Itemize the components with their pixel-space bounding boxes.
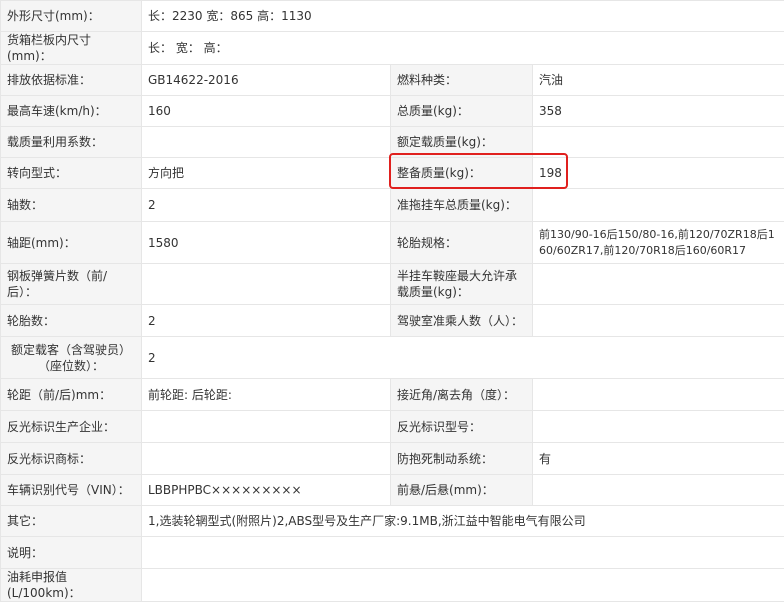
value-trailer-mass bbox=[533, 189, 784, 222]
label-cargo-box-size: 货箱栏板内尺寸(mm)： bbox=[1, 32, 142, 65]
label-dimensions: 外形尺寸(mm)： bbox=[1, 1, 142, 32]
value-abs-system: 有 bbox=[533, 443, 784, 475]
label-trailer-mass: 准拖挂车总质量(kg)： bbox=[391, 189, 533, 222]
label-reflector-brand: 反光标识商标： bbox=[1, 443, 142, 475]
table-row: 轮胎数： 2 驾驶室准乘人数（人）： bbox=[1, 305, 784, 337]
label-overhang: 前悬/后悬(mm)： bbox=[391, 475, 533, 506]
label-axle-count: 轴数： bbox=[1, 189, 142, 222]
table-row: 反光标识生产企业： 反光标识型号： bbox=[1, 411, 784, 443]
table-row: 轮距（前/后)mm： 前轮距: 后轮距: 接近角/离去角（度）： bbox=[1, 379, 784, 411]
value-fuel-consumption bbox=[142, 569, 784, 602]
label-total-mass: 总质量(kg)： bbox=[391, 96, 533, 127]
table-row: 外形尺寸(mm)： 长：2230 宽：865 高：1130 bbox=[1, 1, 784, 32]
label-wheelbase: 轴距(mm)： bbox=[1, 222, 142, 264]
value-axle-count: 2 bbox=[142, 189, 391, 222]
table-row: 轴数： 2 准拖挂车总质量(kg)： bbox=[1, 189, 784, 222]
value-emission-standard: GB14622-2016 bbox=[142, 65, 391, 96]
value-fuel-type: 汽油 bbox=[533, 65, 784, 96]
value-rated-load bbox=[533, 127, 784, 158]
value-tire-spec: 前130/90-16后150/80-16,前120/70ZR18后160/60Z… bbox=[533, 222, 784, 264]
label-reflector-maker: 反光标识生产企业： bbox=[1, 411, 142, 443]
label-rated-passengers: 额定载客（含驾驶员）（座位数）： bbox=[1, 337, 142, 379]
label-fuel-type: 燃料种类： bbox=[391, 65, 533, 96]
label-tire-spec: 轮胎规格： bbox=[391, 222, 533, 264]
label-track-width: 轮距（前/后)mm： bbox=[1, 379, 142, 411]
value-dimensions: 长：2230 宽：865 高：1130 bbox=[142, 1, 784, 32]
label-saddle-load: 半挂车鞍座最大允许承载质量(kg)： bbox=[391, 264, 533, 305]
value-reflector-maker bbox=[142, 411, 391, 443]
table-row: 车辆识别代号（VIN）： LBBPHPBC××××××××× 前悬/后悬(mm)… bbox=[1, 475, 784, 506]
label-description: 说明： bbox=[1, 537, 142, 569]
value-saddle-load bbox=[533, 264, 784, 305]
value-max-speed: 160 bbox=[142, 96, 391, 127]
value-steering-type: 方向把 bbox=[142, 158, 391, 189]
value-load-utilization bbox=[142, 127, 391, 158]
value-other: 1,选装轮辋型式(附照片)2,ABS型号及生产厂家:9.1MB,浙江益中智能电气… bbox=[142, 506, 784, 537]
value-cab-occupancy bbox=[533, 305, 784, 337]
table-row: 排放依据标准： GB14622-2016 燃料种类： 汽油 bbox=[1, 65, 784, 96]
label-max-speed: 最高车速(km/h)： bbox=[1, 96, 142, 127]
table-row: 额定载客（含驾驶员）（座位数）： 2 bbox=[1, 337, 784, 379]
value-overhang bbox=[533, 475, 784, 506]
table-row: 载质量利用系数： 额定载质量(kg)： bbox=[1, 127, 784, 158]
label-tire-count: 轮胎数： bbox=[1, 305, 142, 337]
label-steering-type: 转向型式： bbox=[1, 158, 142, 189]
table-row: 货箱栏板内尺寸(mm)： 长： 宽： 高： bbox=[1, 32, 784, 65]
value-reflector-brand bbox=[142, 443, 391, 475]
table-row: 转向型式： 方向把 整备质量(kg)： 198 bbox=[1, 158, 784, 189]
table-row: 油耗申报值(L/100km)： bbox=[1, 569, 784, 602]
label-curb-weight: 整备质量(kg)： bbox=[391, 158, 533, 189]
table-row: 轴距(mm)： 1580 轮胎规格： 前130/90-16后150/80-16,… bbox=[1, 222, 784, 264]
label-approach-departure-angle: 接近角/离去角（度）： bbox=[391, 379, 533, 411]
value-track-width: 前轮距: 后轮距: bbox=[142, 379, 391, 411]
label-load-utilization: 载质量利用系数： bbox=[1, 127, 142, 158]
table-row: 其它： 1,选装轮辋型式(附照片)2,ABS型号及生产厂家:9.1MB,浙江益中… bbox=[1, 506, 784, 537]
value-wheelbase: 1580 bbox=[142, 222, 391, 264]
value-total-mass: 358 bbox=[533, 96, 784, 127]
table-row: 说明： bbox=[1, 537, 784, 569]
label-emission-standard: 排放依据标准： bbox=[1, 65, 142, 96]
value-curb-weight: 198 bbox=[533, 158, 784, 189]
label-reflector-model: 反光标识型号： bbox=[391, 411, 533, 443]
label-vin: 车辆识别代号（VIN）： bbox=[1, 475, 142, 506]
label-cab-occupancy: 驾驶室准乘人数（人）： bbox=[391, 305, 533, 337]
value-cargo-box-size: 长： 宽： 高： bbox=[142, 32, 784, 65]
label-rated-load: 额定载质量(kg)： bbox=[391, 127, 533, 158]
label-abs-system: 防抱死制动系统： bbox=[391, 443, 533, 475]
value-rated-passengers: 2 bbox=[142, 337, 784, 379]
value-description bbox=[142, 537, 784, 569]
value-vin: LBBPHPBC××××××××× bbox=[142, 475, 391, 506]
value-approach-departure-angle bbox=[533, 379, 784, 411]
value-leaf-spring-count bbox=[142, 264, 391, 305]
table-row: 钢板弹簧片数（前/后）： 半挂车鞍座最大允许承载质量(kg)： bbox=[1, 264, 784, 305]
table-row: 最高车速(km/h)： 160 总质量(kg)： 358 bbox=[1, 96, 784, 127]
value-reflector-model bbox=[533, 411, 784, 443]
table-row: 反光标识商标： 防抱死制动系统： 有 bbox=[1, 443, 784, 475]
vehicle-spec-table: 外形尺寸(mm)： 长：2230 宽：865 高：1130 货箱栏板内尺寸(mm… bbox=[0, 0, 784, 602]
label-other: 其它： bbox=[1, 506, 142, 537]
label-fuel-consumption: 油耗申报值(L/100km)： bbox=[1, 569, 142, 602]
label-leaf-spring-count: 钢板弹簧片数（前/后）： bbox=[1, 264, 142, 305]
value-tire-count: 2 bbox=[142, 305, 391, 337]
